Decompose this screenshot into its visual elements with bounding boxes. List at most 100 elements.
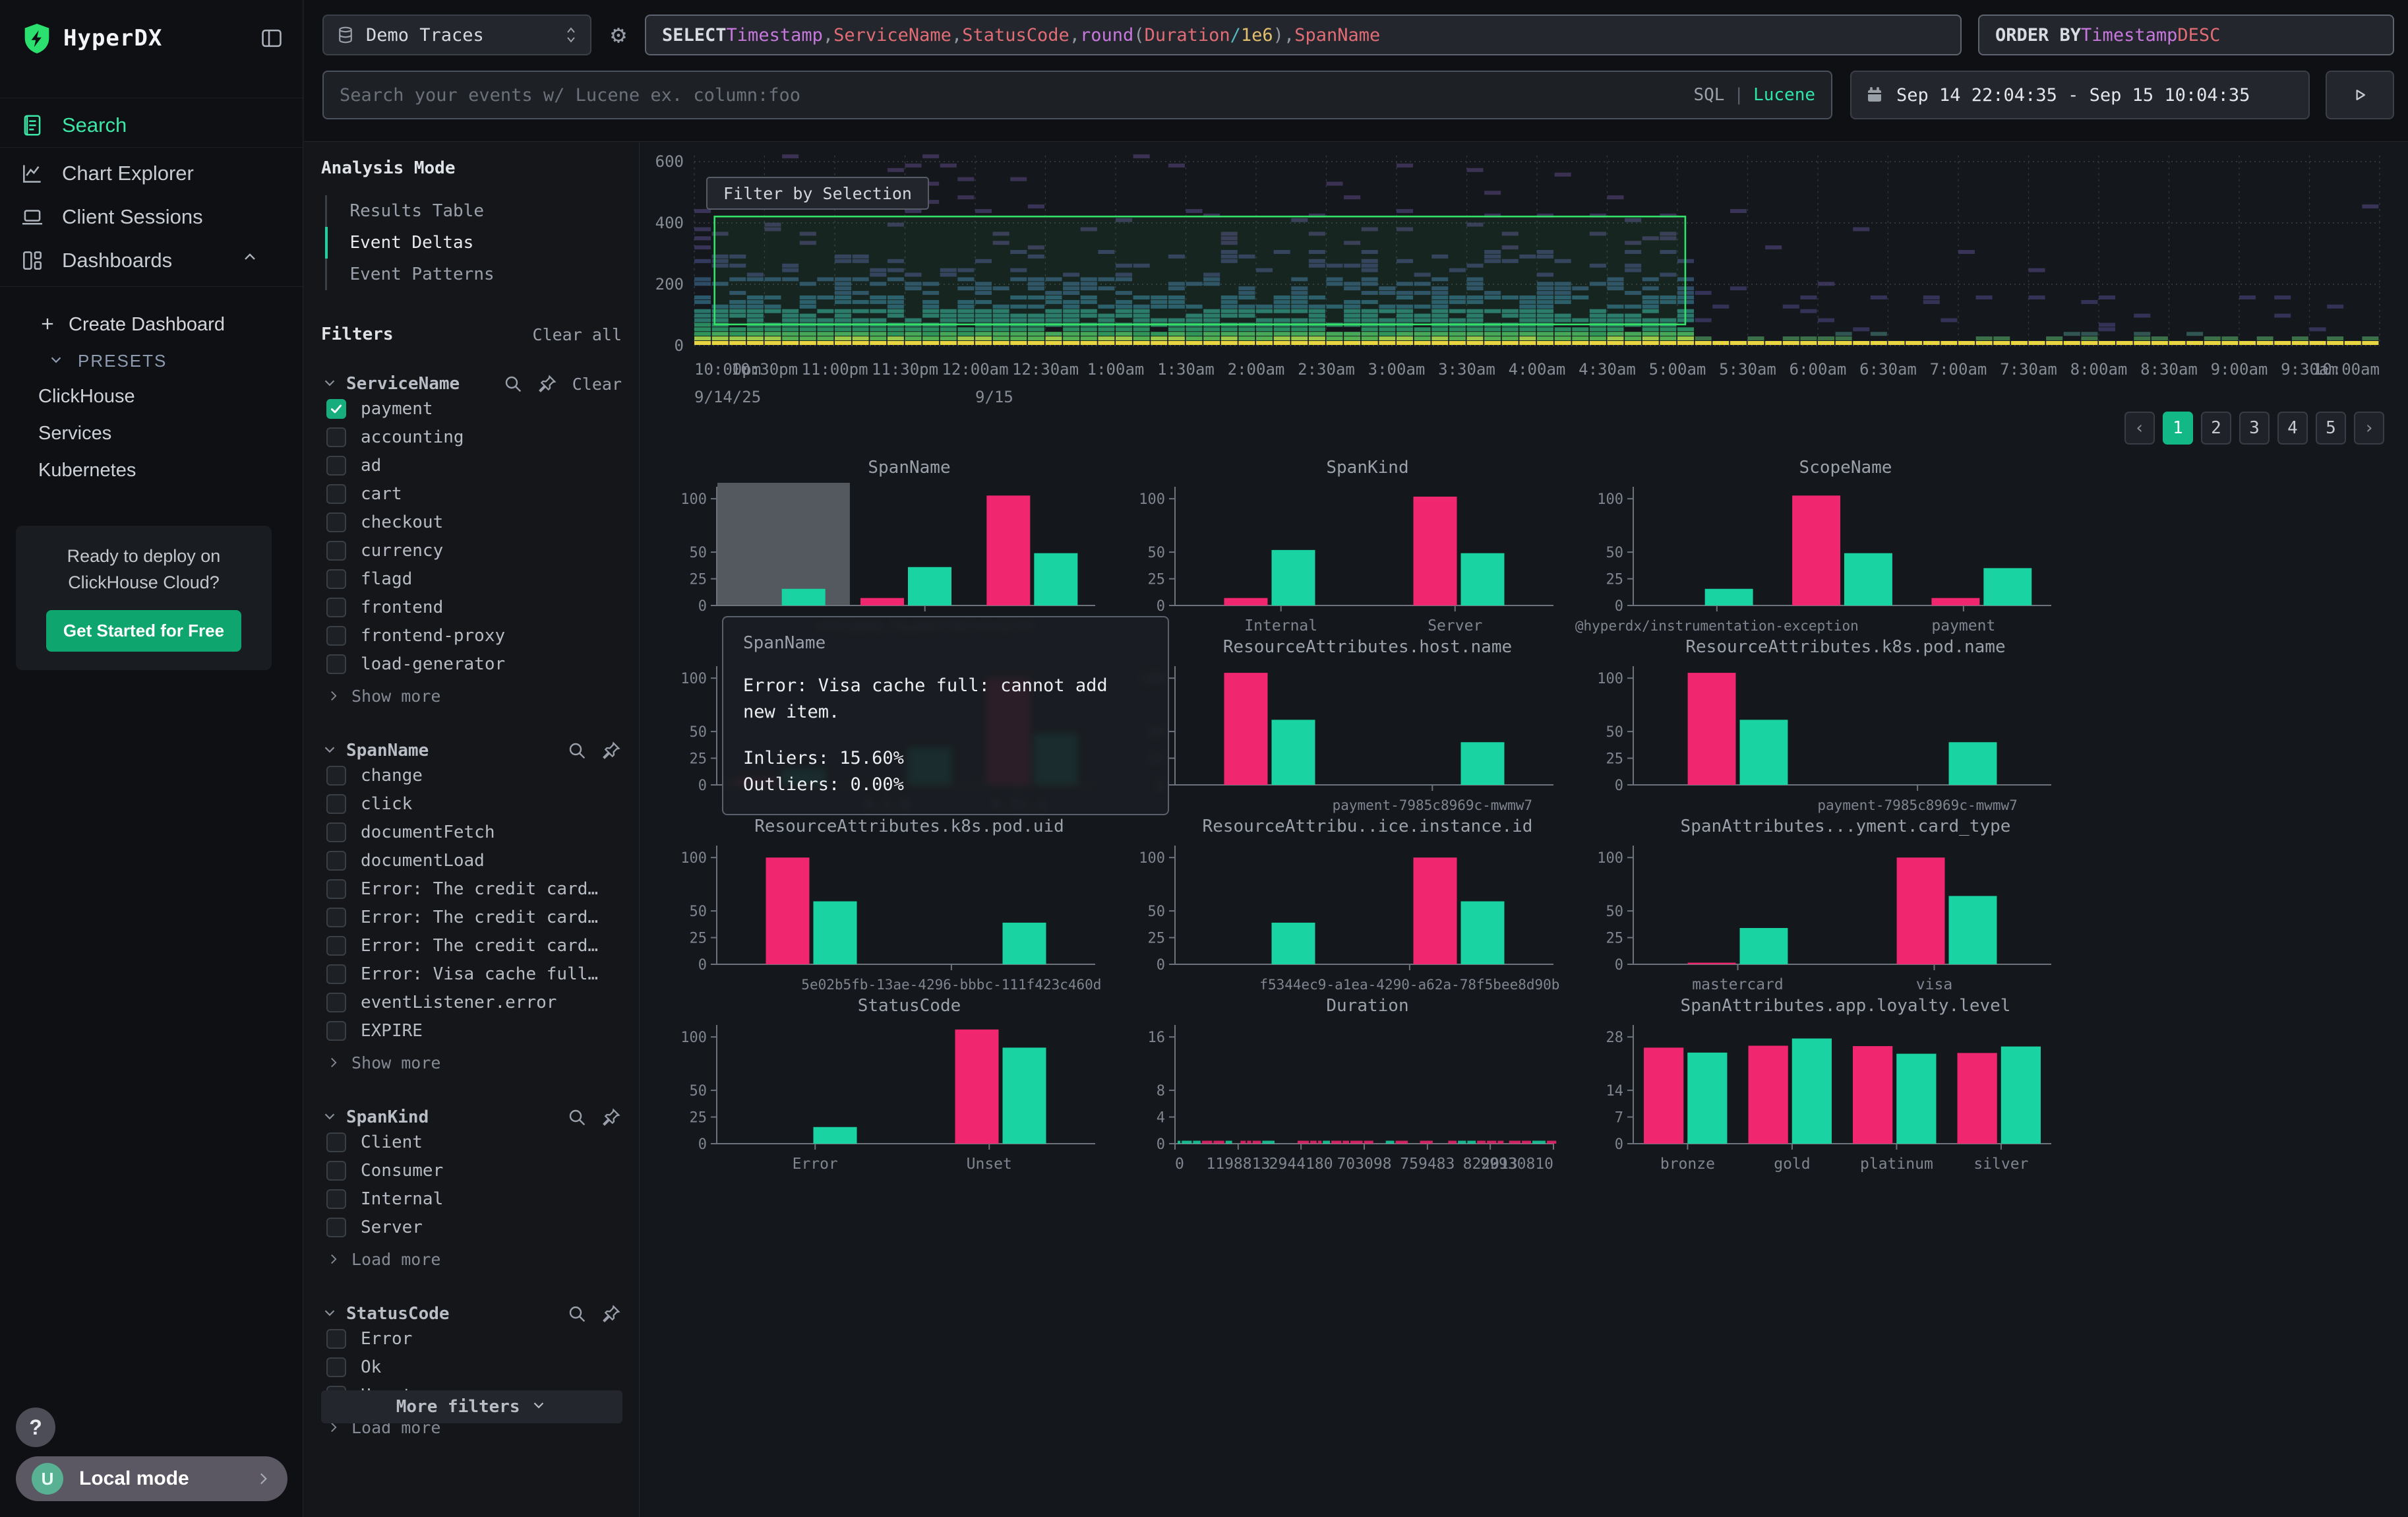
delta-chart-k8s-pod-name[interactable]: ResourceAttributes.k8s.pod.name02550100p… [1596, 637, 2058, 810]
checkbox[interactable] [326, 598, 346, 617]
filter-option-change[interactable]: change [321, 762, 622, 789]
sql-toggle[interactable]: SQL [1693, 85, 1724, 105]
checkbox[interactable] [326, 626, 346, 646]
checkbox[interactable] [326, 456, 346, 476]
delta-chart-card-type[interactable]: SpanAttributes...yment.card_type02550100… [1596, 817, 2058, 989]
filter-option-frontend[interactable]: frontend [321, 594, 622, 621]
analysis-mode-results-table[interactable]: Results Table [325, 195, 622, 227]
presets-toggle[interactable]: PRESETS [0, 344, 303, 378]
delta-chart-statuscode[interactable]: StatusCode02550100ErrorUnset [680, 996, 1102, 1169]
checkbox[interactable] [326, 1021, 346, 1041]
help-button[interactable]: ? [16, 1408, 55, 1447]
checkbox[interactable] [326, 1329, 346, 1349]
analysis-mode-event-deltas[interactable]: Event Deltas [325, 227, 622, 259]
delta-chart-host-name[interactable]: ResourceAttributes.host.name02550100paym… [1138, 637, 1560, 810]
preset-dashboard-services[interactable]: Services [0, 415, 303, 452]
filter-option-documentload[interactable]: documentLoad [321, 847, 622, 875]
prev-page-button[interactable]: ‹ [2124, 412, 2155, 445]
analysis-mode-event-patterns[interactable]: Event Patterns [325, 259, 622, 290]
checkbox[interactable] [326, 879, 346, 899]
filter-option-documentfetch[interactable]: documentFetch [321, 819, 622, 846]
checkbox[interactable] [326, 822, 346, 842]
select-query-input[interactable]: SELECT Timestamp, ServiceName, StatusCod… [645, 15, 1962, 55]
local-mode-pill[interactable]: U Local mode [16, 1456, 287, 1501]
filter-option-ad[interactable]: ad [321, 452, 622, 480]
run-query-button[interactable] [2326, 71, 2394, 119]
lucene-toggle[interactable]: Lucene [1753, 85, 1815, 105]
sidebar-item-search[interactable]: Search [0, 104, 303, 147]
filter-option-payment[interactable]: payment [321, 395, 622, 423]
checkbox[interactable] [326, 936, 346, 956]
filter-option-error-the-credit-card[interactable]: Error: The credit card (… [321, 904, 622, 931]
checkbox[interactable] [326, 993, 346, 1012]
preset-dashboard-kubernetes[interactable]: Kubernetes [0, 452, 303, 489]
load-more-button[interactable]: Load more [321, 1244, 622, 1274]
checkbox[interactable] [326, 908, 346, 927]
checkbox[interactable] [326, 964, 346, 984]
checkbox[interactable] [326, 512, 346, 532]
filter-option-expire[interactable]: EXPIRE [321, 1017, 622, 1045]
filter-option-error-the-credit-card[interactable]: Error: The credit card (… [321, 875, 622, 903]
filter-option-error[interactable]: Error [321, 1325, 622, 1353]
checkbox[interactable] [326, 1132, 346, 1152]
delta-chart-k8s-pod-uid[interactable]: ResourceAttributes.k8s.pod.uid025501005e… [680, 817, 1102, 989]
filter-option-checkout[interactable]: checkout [321, 509, 622, 536]
sidebar-item-dashboards[interactable]: Dashboards [0, 239, 303, 282]
filter-clear-button[interactable]: Clear [572, 375, 622, 394]
filter-option-click[interactable]: click [321, 790, 622, 818]
filter-option-error-the-credit-card[interactable]: Error: The credit card (… [321, 932, 622, 960]
checkbox[interactable] [326, 794, 346, 814]
gear-icon[interactable]: ⚙ [604, 20, 633, 49]
page-button-3[interactable]: 3 [2239, 412, 2270, 445]
filter-option-consumer[interactable]: Consumer [321, 1157, 622, 1185]
checkbox[interactable] [326, 484, 346, 504]
sidebar-item-chart-explorer[interactable]: Chart Explorer [0, 152, 303, 195]
filter-option-eventlistener-error[interactable]: eventListener.error [321, 989, 622, 1016]
filter-option-flagd[interactable]: flagd [321, 565, 622, 593]
filter-option-currency[interactable]: currency [321, 537, 622, 565]
delta-chart-service-instance-id[interactable]: ResourceAttribu..ice.instance.id02550100… [1138, 817, 1560, 989]
filter-option-load-generator[interactable]: load-generator [321, 650, 622, 678]
create-dashboard-button[interactable]: Create Dashboard [0, 305, 303, 344]
source-select[interactable]: Demo Traces [322, 15, 591, 55]
search-input[interactable] [340, 85, 1693, 106]
page-button-5[interactable]: 5 [2316, 412, 2346, 445]
preset-dashboard-clickhouse[interactable]: ClickHouse [0, 378, 303, 415]
filter-option-cart[interactable]: cart [321, 480, 622, 508]
collapse-sidebar-icon[interactable] [259, 26, 284, 51]
checkbox[interactable] [326, 851, 346, 871]
delta-chart-loyalty-level[interactable]: SpanAttributes.app.loyalty.level071428br… [1596, 996, 2058, 1169]
page-button-2[interactable]: 2 [2201, 412, 2231, 445]
filter-by-selection-button[interactable]: Filter by Selection [706, 177, 929, 210]
filter-option-client[interactable]: Client [321, 1129, 622, 1156]
checkbox[interactable] [326, 654, 346, 674]
checkbox[interactable] [326, 569, 346, 589]
delta-chart-spanname[interactable]: SpanName02550100oteldemo.PaymentService/… [680, 458, 1102, 631]
show-more-button[interactable]: Show more [321, 1047, 622, 1078]
filter-option-accounting[interactable]: accounting [321, 423, 622, 451]
filter-option-error-visa-cache-full[interactable]: Error: Visa cache full: … [321, 960, 622, 988]
filter-option-ok[interactable]: Ok [321, 1353, 622, 1381]
delta-chart-duration[interactable]: Duration04816011988132944180703098759483… [1138, 996, 1560, 1169]
checkbox[interactable] [326, 427, 346, 447]
sidebar-item-client-sessions[interactable]: Client Sessions [0, 195, 303, 239]
time-range-picker[interactable]: Sep 14 22:04:35 - Sep 15 10:04:35 [1850, 71, 2310, 119]
orderby-input[interactable]: ORDER BY Timestamp DESC [1978, 15, 2394, 55]
filter-option-internal[interactable]: Internal [321, 1185, 622, 1213]
clear-all-button[interactable]: Clear all [533, 325, 622, 344]
checkbox[interactable] [326, 541, 346, 561]
checkbox[interactable] [326, 1189, 346, 1209]
more-filters-button[interactable]: More filters [321, 1390, 622, 1423]
checkbox[interactable] [326, 399, 346, 419]
page-button-4[interactable]: 4 [2277, 412, 2308, 445]
page-button-1[interactable]: 1 [2163, 412, 2193, 445]
show-more-button[interactable]: Show more [321, 681, 622, 711]
get-started-button[interactable]: Get Started for Free [46, 610, 241, 652]
checkbox[interactable] [326, 766, 346, 786]
next-page-button[interactable]: › [2354, 412, 2384, 445]
checkbox[interactable] [326, 1357, 346, 1377]
delta-chart-spankind[interactable]: SpanKind02550100InternalServer [1138, 458, 1560, 631]
filter-option-frontend-proxy[interactable]: frontend-proxy [321, 622, 622, 650]
checkbox[interactable] [326, 1218, 346, 1237]
delta-chart-scopename[interactable]: ScopeName02550100@hyperdx/instrumentatio… [1596, 458, 2058, 631]
